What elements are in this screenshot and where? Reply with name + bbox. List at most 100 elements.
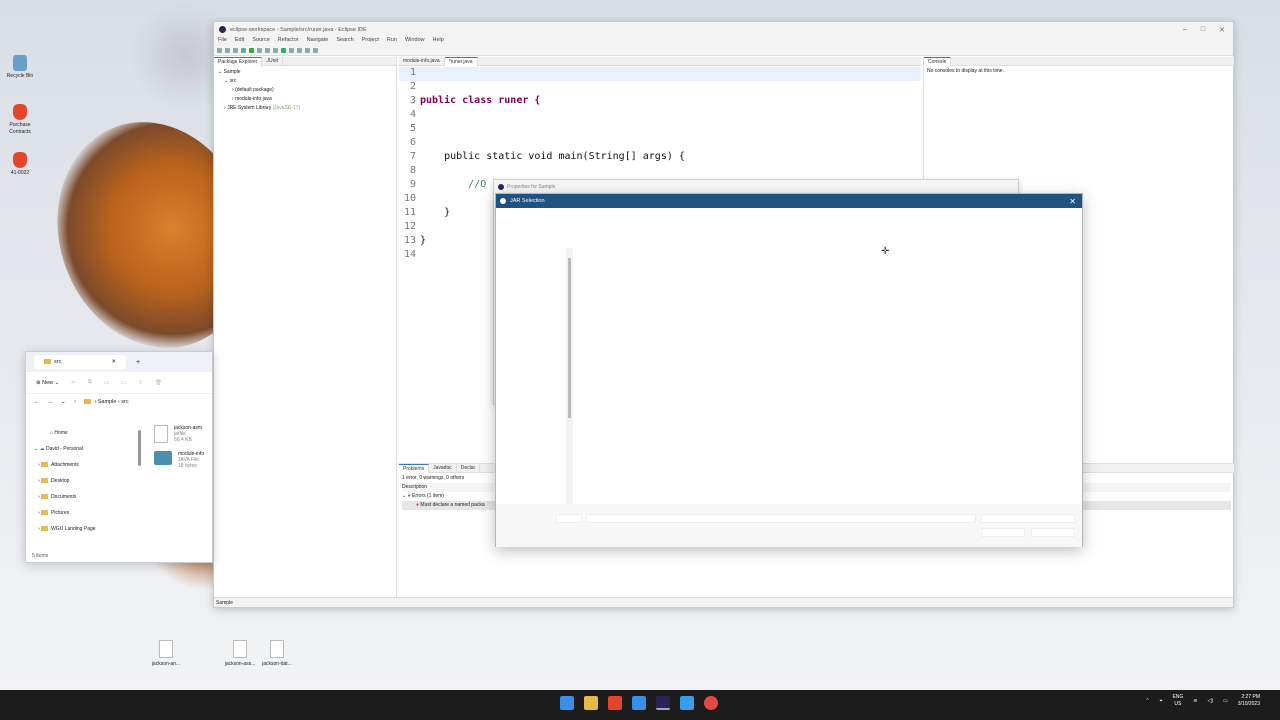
tab-console[interactable]: Console: [924, 56, 952, 66]
copy-icon[interactable]: ⧉: [88, 379, 92, 386]
nav-home[interactable]: ⌂ Home: [30, 425, 142, 441]
filter-label: [556, 514, 582, 523]
new-icon[interactable]: [217, 48, 222, 53]
project-tree: ⌄ Sample ⌄ src › (default package) › mod…: [214, 66, 396, 115]
eclipse-logo-icon: [498, 183, 504, 190]
new-class-icon[interactable]: [281, 48, 286, 53]
chevron-up-icon[interactable]: ⌃: [1145, 698, 1149, 704]
tree-item-jre[interactable]: › JRE System Library [JavaSE-17]: [218, 104, 392, 113]
new-java-project-icon[interactable]: [265, 48, 270, 53]
search-icon[interactable]: [297, 48, 302, 53]
tree-item-src[interactable]: ⌄ src: [218, 77, 392, 86]
start-icon[interactable]: [560, 696, 574, 710]
tab-problems[interactable]: Problems: [399, 463, 430, 473]
brave-icon[interactable]: [608, 696, 622, 710]
jar-selection-titlebar[interactable]: JAR Selection ✕: [496, 194, 1082, 208]
line-number: 7: [409, 151, 416, 162]
nav-documents[interactable]: › Documents: [30, 489, 142, 505]
menu-refactor[interactable]: Refactor: [278, 37, 299, 46]
close-icon[interactable]: ✕: [1219, 26, 1225, 34]
filetype-select[interactable]: [981, 514, 1075, 523]
external-tools-icon[interactable]: [257, 48, 262, 53]
menu-search[interactable]: Search: [336, 37, 353, 46]
jar-dialog-footer: [496, 504, 1082, 547]
file-item[interactable]: jackson-asm jarfile 66.4 KB: [154, 425, 204, 443]
open-button[interactable]: [981, 528, 1025, 537]
menu-edit[interactable]: Edit: [235, 37, 244, 46]
forward-icon[interactable]: [313, 48, 318, 53]
tab-package-explorer[interactable]: Package Explorer: [214, 56, 263, 66]
close-icon[interactable]: ✕: [1069, 197, 1076, 206]
up-icon[interactable]: ↑: [74, 399, 77, 405]
properties-titlebar[interactable]: Properties for Sample: [494, 180, 1018, 193]
share-icon[interactable]: ⇪: [138, 380, 143, 386]
file-item[interactable]: module-info JAVA File 18 bytes: [154, 451, 204, 469]
new-button[interactable]: ⊕ New ⌄: [36, 380, 59, 386]
todo-icon[interactable]: [632, 696, 646, 710]
nav-attachments[interactable]: › Attachments: [30, 457, 142, 473]
file-explorer-icon[interactable]: [584, 696, 598, 710]
tree-item-module-info[interactable]: › module-info.java: [218, 95, 392, 104]
scrollbar[interactable]: [568, 258, 571, 418]
open-type-icon[interactable]: [289, 48, 294, 53]
menu-navigate[interactable]: Navigate: [307, 37, 329, 46]
clock[interactable]: 2:27 PM 3/10/2023: [1238, 694, 1260, 708]
paste-icon[interactable]: ▭: [104, 380, 109, 386]
forward-icon[interactable]: →: [48, 399, 54, 405]
eclipse-titlebar[interactable]: eclipse-workspace - Sample/src/runer.jav…: [214, 22, 1233, 37]
tab-runer[interactable]: *runer.java: [444, 56, 478, 66]
maximize-icon[interactable]: □: [1201, 26, 1205, 34]
minimize-icon[interactable]: –: [1183, 26, 1187, 34]
tab-module-info[interactable]: module-info.java: [399, 56, 445, 66]
address-bar: ← → ⌄ ↑ › Sample › src: [26, 394, 212, 409]
rename-icon[interactable]: ▭: [121, 380, 126, 386]
battery-icon[interactable]: ▭: [1223, 698, 1228, 704]
back-icon[interactable]: ←: [34, 399, 40, 405]
desktop-file-1[interactable]: jackson-an...: [141, 640, 191, 667]
scrollbar[interactable]: [138, 430, 141, 466]
close-icon[interactable]: ✕: [111, 359, 116, 365]
debug-icon[interactable]: [241, 48, 246, 53]
language-indicator[interactable]: ENG US: [1172, 694, 1183, 708]
nav-onedrive[interactable]: ⌄ ☁ David - Personal: [30, 441, 142, 457]
tab-javadoc[interactable]: Javadoc: [429, 463, 457, 473]
menu-file[interactable]: File: [218, 37, 227, 46]
desktop-file-3[interactable]: jackson-dat...: [252, 640, 302, 667]
desktop-icon-41-0022[interactable]: 41-0022: [0, 152, 40, 177]
tab-junit[interactable]: JUnit: [262, 56, 283, 66]
back-icon[interactable]: [305, 48, 310, 53]
explorer-tabbar: src ✕ +: [26, 352, 212, 372]
eclipse-icon[interactable]: [656, 696, 670, 710]
menu-source[interactable]: Source: [252, 37, 269, 46]
cancel-button[interactable]: [1031, 528, 1075, 537]
menu-help[interactable]: Help: [433, 37, 444, 46]
notepad-icon[interactable]: [680, 696, 694, 710]
save-all-icon[interactable]: [233, 48, 238, 53]
new-package-icon[interactable]: [273, 48, 278, 53]
location-icon: ⌖: [1159, 698, 1163, 704]
desktop-icon-purchase-contracts[interactable]: Purchase Contracts: [0, 104, 40, 136]
delete-icon[interactable]: 🗑: [155, 380, 162, 386]
nav-wgu-landing-page[interactable]: › WGU Landing Page: [30, 521, 142, 537]
volume-icon[interactable]: ◁): [1208, 698, 1214, 704]
desktop-icon-recycle-bin[interactable]: Recycle Bin: [0, 55, 40, 80]
menu-run[interactable]: Run: [387, 37, 397, 46]
nav-pictures[interactable]: › Pictures: [30, 505, 142, 521]
code-line: }: [420, 235, 427, 246]
tab-declaration[interactable]: Declar: [457, 463, 481, 473]
run-icon[interactable]: [249, 48, 254, 53]
menu-project[interactable]: Project: [362, 37, 379, 46]
tree-item-default-package[interactable]: › (default package): [218, 86, 392, 95]
recent-icon[interactable]: ⌄: [61, 399, 66, 405]
save-icon[interactable]: [225, 48, 230, 53]
tree-item-project[interactable]: ⌄ Sample: [218, 68, 392, 77]
tab-src[interactable]: src ✕: [34, 355, 126, 369]
cut-icon[interactable]: ✂: [71, 380, 76, 386]
menu-window[interactable]: Window: [405, 37, 425, 46]
filename-field[interactable]: [586, 514, 976, 523]
new-tab-icon[interactable]: +: [136, 359, 140, 366]
wifi-icon[interactable]: ≋: [1193, 698, 1197, 704]
breadcrumb[interactable]: › Sample › src: [84, 399, 129, 405]
nav-desktop[interactable]: › Desktop: [30, 473, 142, 489]
chrome-icon[interactable]: [704, 696, 718, 710]
